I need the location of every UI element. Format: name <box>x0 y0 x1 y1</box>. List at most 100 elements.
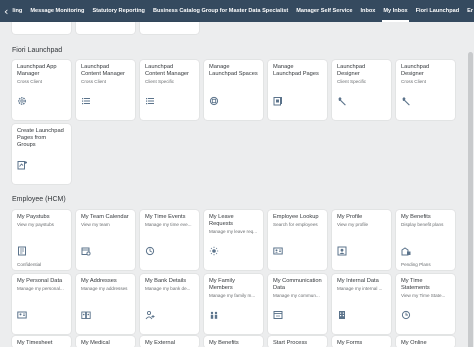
group-title-fiori-launchpad: Fiori Launchpad <box>12 47 63 54</box>
tile-subtitle: Manage my leave req... <box>209 228 258 234</box>
communication-icon <box>273 310 283 320</box>
tab-fiori-launchpad[interactable]: Fiori Launchpad <box>412 0 464 22</box>
tab-manager-self-service[interactable]: Manager Self Service <box>292 0 356 22</box>
tile-my-addresses[interactable]: My Addresses Manage my addresses <box>76 274 135 334</box>
tile-my-external[interactable]: My External <box>140 336 199 347</box>
tile-subtitle: View my profile <box>337 221 369 227</box>
shell-tab-bar: ‹ ling Message Monitoring Statutory Repo… <box>0 0 474 22</box>
tile-title: Launchpad Designer <box>337 64 366 77</box>
time-events-icon <box>145 246 155 256</box>
tile-start-process[interactable]: Start Process <box>268 336 327 347</box>
tab-business-catalog[interactable]: Business Catalog Group for Master Data S… <box>149 0 292 22</box>
person-card-icon <box>273 246 283 256</box>
addresses-icon <box>81 310 91 320</box>
tile-subtitle: Client Specific <box>337 78 367 84</box>
tile-title: My Forms <box>337 340 363 346</box>
tile-subtitle: Manage my personal... <box>17 285 64 291</box>
tile-subtitle: Manage my bank de... <box>145 285 191 291</box>
tile-partial[interactable] <box>76 22 135 34</box>
tile-title: Launchpad Designer <box>401 64 430 77</box>
tile-my-paystubs[interactable]: My Paystubs View my paystubs Confidentia… <box>12 210 71 270</box>
tile-my-leave-requests[interactable]: My Leave Requests Manage my leave req... <box>204 210 263 270</box>
tile-title: My Online <box>401 340 427 346</box>
tile-create-launchpad-pages-from-groups[interactable]: Create Launchpad Pages from Groups <box>12 124 71 184</box>
tile-subtitle: View my team <box>81 221 110 227</box>
tile-my-forms[interactable]: My Forms <box>332 336 391 347</box>
tile-title: My Internal Data <box>337 278 379 284</box>
tile-manage-launchpad-pages[interactable]: Manage Launchpad Pages <box>268 60 327 120</box>
list-icon <box>81 96 91 106</box>
tile-subtitle: View my Time State... <box>401 292 446 298</box>
vertical-scrollbar[interactable] <box>467 22 474 347</box>
tab-my-inbox[interactable]: My Inbox <box>379 0 411 22</box>
pages-icon <box>273 96 283 106</box>
tile-my-benefits-2[interactable]: My Benefits <box>204 336 263 347</box>
bank-icon <box>145 310 155 320</box>
tile-my-personal-data[interactable]: My Personal Data Manage my personal... <box>12 274 71 334</box>
tile-title: My Addresses <box>81 278 117 284</box>
tile-partial[interactable] <box>12 22 71 34</box>
tile-title: My Medical <box>81 340 110 346</box>
tab-message-monitoring[interactable]: Message Monitoring <box>26 0 88 22</box>
tile-my-timesheet[interactable]: My Timesheet <box>12 336 71 347</box>
tab-ling[interactable]: ling <box>8 0 26 22</box>
tile-title: Manage Launchpad Pages <box>273 64 319 77</box>
tile-subtitle: Manage my commun... <box>273 292 320 298</box>
tile-footer: Pending Plans <box>401 262 431 267</box>
tile-my-team-calendar[interactable]: My Team Calendar View my team <box>76 210 135 270</box>
tile-title: My Time Events <box>145 214 186 220</box>
tile-title: My Family Members <box>209 278 235 291</box>
tile-my-time-events[interactable]: My Time Events Manage my time eve... <box>140 210 199 270</box>
tile-title: My Timesheet <box>17 340 53 346</box>
tile-title: My Time Statements <box>401 278 430 291</box>
tile-my-online[interactable]: My Online <box>396 336 455 347</box>
tile-title: My External <box>145 340 176 346</box>
tile-title: My Profile <box>337 214 363 220</box>
tile-my-benefits[interactable]: My Benefits Display benefit plans Pendin… <box>396 210 455 270</box>
tab-er[interactable]: Er <box>463 0 474 22</box>
tile-launchpad-designer-client[interactable]: Launchpad Designer Client Specific <box>332 60 391 120</box>
tile-title: My Bank Details <box>145 278 187 284</box>
tile-subtitle: Client Specific <box>145 78 175 84</box>
group-title-employee-hcm: Employee (HCM) <box>12 196 66 203</box>
tile-title: Employee Lookup <box>273 214 319 220</box>
tile-launchpad-content-manager-cross[interactable]: Launchpad Content Manager Cross Client <box>76 60 135 120</box>
tile-title: My Communication Data <box>273 278 322 291</box>
tab-statutory-reporting[interactable]: Statutory Reporting <box>88 0 149 22</box>
tile-my-bank-details[interactable]: My Bank Details Manage my bank de... <box>140 274 199 334</box>
scrollbar-thumb[interactable] <box>468 52 473 347</box>
list-icon <box>145 96 155 106</box>
tile-subtitle: Manage my family m... <box>209 292 256 298</box>
tile-subtitle: Cross Client <box>81 78 107 84</box>
gear-icon <box>17 96 27 106</box>
tile-subtitle: View my paystubs <box>17 221 54 227</box>
leave-icon <box>209 246 219 256</box>
tile-title: My Benefits <box>209 340 239 346</box>
tile-title: My Benefits <box>401 214 431 220</box>
tile-subtitle: Manage my time eve... <box>145 221 192 227</box>
wrench-icon <box>337 96 347 106</box>
tile-my-profile[interactable]: My Profile View my profile <box>332 210 391 270</box>
tile-title: Start Process <box>273 340 308 346</box>
paystub-icon <box>17 246 27 256</box>
tile-my-time-statements[interactable]: My Time Statements View my Time State... <box>396 274 455 334</box>
tile-launchpad-content-manager-client[interactable]: Launchpad Content Manager Client Specifi… <box>140 60 199 120</box>
tile-subtitle: Manage my internal ... <box>337 285 383 291</box>
tile-subtitle: Search for employees <box>273 221 318 227</box>
building-icon <box>337 310 347 320</box>
tile-launchpad-designer-cross[interactable]: Launchpad Designer Cross Client <box>396 60 455 120</box>
tile-manage-launchpad-spaces[interactable]: Manage Launchpad Spaces <box>204 60 263 120</box>
tile-title: Launchpad Content Manager <box>81 64 125 77</box>
tile-employee-lookup[interactable]: Employee Lookup Search for employees <box>268 210 327 270</box>
time-statement-icon <box>401 310 411 320</box>
tile-launchpad-app-manager[interactable]: Launchpad App Manager Cross Client <box>12 60 71 120</box>
benefits-icon <box>401 246 411 256</box>
tile-title: My Paystubs <box>17 214 50 220</box>
tab-inbox[interactable]: Inbox <box>356 0 379 22</box>
tile-my-family-members[interactable]: My Family Members Manage my family m... <box>204 274 263 334</box>
tile-partial[interactable] <box>140 22 199 34</box>
tile-my-medical[interactable]: My Medical <box>76 336 135 347</box>
tile-my-internal-data[interactable]: My Internal Data Manage my internal ... <box>332 274 391 334</box>
tile-title: My Personal Data <box>17 278 63 284</box>
tile-my-communication-data[interactable]: My Communication Data Manage my commun..… <box>268 274 327 334</box>
